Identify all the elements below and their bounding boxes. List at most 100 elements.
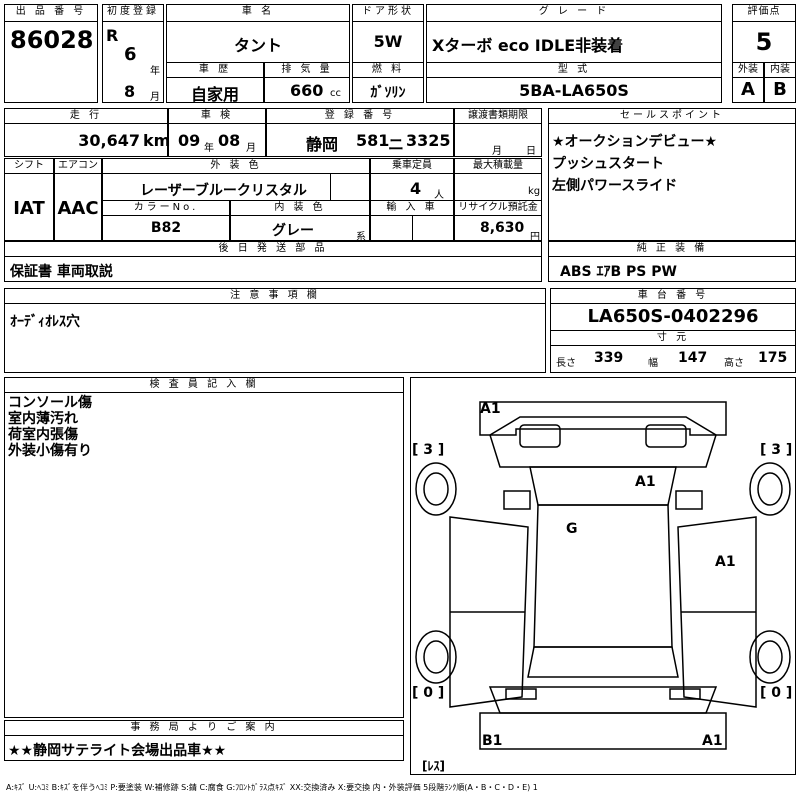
notes-value: ｵｰﾃﾞｨｵﾚｽ穴 bbox=[10, 314, 80, 330]
color-no-label: カラーNo. bbox=[102, 200, 230, 216]
inspector-notes: コンソール傷 室内薄汚れ 荷室内張傷 外装小傷有り bbox=[8, 395, 92, 459]
car-diagram: A1 A1 G A1 B1 A1 [ 3 ] [ 3 ] [ 0 ] [ 0 ]… bbox=[412, 401, 792, 773]
era: R bbox=[106, 26, 119, 45]
notes-cell bbox=[4, 303, 546, 373]
tire-depth: [ 3 ] bbox=[412, 442, 444, 458]
lot-number: 86028 bbox=[10, 26, 94, 54]
car-name: タント bbox=[233, 36, 282, 55]
office-label: 事 務 局 よ り ご 案 内 bbox=[4, 720, 404, 736]
exterior-grade: A bbox=[741, 79, 755, 100]
rear-section bbox=[488, 686, 718, 714]
import-label: 輸 入 車 bbox=[370, 200, 454, 216]
transfer-doc-label: 譲渡書類期限 bbox=[454, 108, 542, 124]
length-label: 長さ bbox=[556, 358, 576, 369]
grade-label: グ レ ー ド bbox=[426, 4, 722, 22]
interior-label: 内装 bbox=[764, 62, 796, 78]
inspector-label: 検 査 員 記 入 欄 bbox=[4, 377, 404, 393]
damage-mark: A1 bbox=[480, 401, 501, 417]
registration-month: 8 bbox=[124, 82, 136, 101]
shift-label: シフト bbox=[4, 158, 54, 174]
inspection-year: 09 bbox=[178, 131, 201, 150]
wheel-front-left bbox=[415, 462, 457, 516]
transfer-day-unit: 日 bbox=[526, 146, 536, 157]
recycle-amount: 8,630 bbox=[480, 220, 525, 236]
equipment-label: 純 正 装 備 bbox=[548, 241, 796, 257]
door-type: 5W bbox=[373, 32, 403, 51]
chassis-label: 車 台 番 号 bbox=[550, 288, 796, 304]
color-no: B82 bbox=[150, 220, 182, 236]
inspector-note: 室内薄汚れ bbox=[8, 411, 78, 427]
tire-depth: [ 3 ] bbox=[760, 442, 792, 458]
height-label: 高さ bbox=[724, 358, 744, 369]
sales-point: 左側パワースライド bbox=[552, 178, 678, 194]
color-divider bbox=[330, 173, 370, 201]
notes-label: 注 意 事 項 欄 bbox=[4, 288, 546, 304]
lot-number-label: 出 品 番 号 bbox=[4, 4, 98, 22]
first-registration-label: 初度登録 bbox=[102, 4, 164, 22]
wheel-front-right-inner bbox=[757, 472, 783, 506]
inspector-note: 外装小傷有り bbox=[8, 443, 92, 459]
door-label: ドア形状 bbox=[352, 4, 424, 22]
sales-point: プッシュスタート bbox=[552, 156, 664, 172]
plate-class: 581 bbox=[356, 131, 390, 150]
transfer-month-unit: 月 bbox=[492, 146, 502, 157]
exterior-label: 外装 bbox=[732, 62, 764, 78]
color-label: 外 装 色 bbox=[102, 158, 370, 174]
car-name-label: 車 名 bbox=[166, 4, 350, 22]
sales-point: ★オークションデビュー★ bbox=[552, 134, 718, 150]
max-load-label: 最大積載量 bbox=[454, 158, 542, 174]
capacity-unit: 人 bbox=[434, 190, 444, 201]
inspector-note: 荷室内張傷 bbox=[8, 427, 78, 443]
capacity: 4 bbox=[410, 179, 422, 198]
damage-mark: A1 bbox=[635, 474, 656, 490]
chassis-number: LA650S-0402296 bbox=[587, 306, 759, 327]
interior-color: グレー bbox=[272, 223, 314, 239]
sales-points-label: セールスポイント bbox=[548, 108, 796, 124]
damage-mark: A1 bbox=[702, 733, 723, 749]
plate-kana: ニ bbox=[388, 135, 405, 154]
inspector-note: コンソール傷 bbox=[8, 395, 92, 411]
interior-color-label: 内 装 色 bbox=[230, 200, 370, 216]
wheel-rear-right-inner bbox=[757, 640, 783, 674]
displacement-label: 排 気 量 bbox=[264, 62, 350, 78]
damage-mark: G bbox=[566, 521, 578, 537]
load-unit: kg bbox=[528, 186, 541, 197]
ac-label: エアコン bbox=[54, 158, 102, 174]
model: 5BA-LA650S bbox=[519, 81, 629, 100]
exterior-color: レーザーブルークリスタル bbox=[140, 183, 307, 199]
wheel-rear-left-inner bbox=[423, 640, 449, 674]
tire-depth: [ 0 ] bbox=[760, 685, 792, 701]
recycle-label: リサイクル預託金 bbox=[454, 200, 542, 216]
history: 自家用 bbox=[190, 85, 239, 104]
displacement: 660 bbox=[290, 81, 324, 100]
km-unit: km bbox=[143, 131, 171, 150]
month-unit: 月 bbox=[150, 92, 160, 103]
year-unit: 年 bbox=[150, 66, 160, 77]
cc-unit: cc bbox=[330, 88, 341, 99]
damage-mark: A1 bbox=[715, 554, 736, 570]
sales-points-list: ★オークションデビュー★ プッシュスタート 左側パワースライド bbox=[552, 131, 717, 197]
inspection-month-unit: 月 bbox=[246, 143, 256, 154]
interior-grade: B bbox=[773, 79, 787, 100]
plate-region: 静岡 bbox=[306, 135, 339, 154]
equipment-value: ABS ｴｱB PS PW bbox=[560, 264, 677, 280]
shift: IAT bbox=[13, 198, 45, 219]
wheel-front-left-inner bbox=[423, 472, 449, 506]
tire-depth: [ 0 ] bbox=[412, 685, 444, 701]
import-cell-divider bbox=[412, 215, 454, 241]
inspection-year-unit: 年 bbox=[204, 143, 214, 154]
plate-number: 3325 bbox=[406, 131, 451, 150]
mirror-left bbox=[503, 490, 531, 510]
rear-bumper bbox=[479, 712, 727, 750]
dimensions-label: 寸 元 bbox=[550, 330, 796, 346]
parts-value: 保証書 車両取説 bbox=[10, 264, 113, 280]
mirror-right bbox=[675, 490, 703, 510]
length: 339 bbox=[594, 350, 624, 366]
rear-window bbox=[527, 646, 679, 678]
plate-label: 登 録 番 号 bbox=[266, 108, 454, 124]
office-value: ★★静岡サテライト会場出品車★★ bbox=[8, 743, 227, 759]
wheel-front-right bbox=[749, 462, 791, 516]
score-label: 評価点 bbox=[732, 4, 796, 22]
height: 175 bbox=[758, 350, 788, 366]
spare-tire: [ﾚｽ] bbox=[422, 759, 445, 773]
